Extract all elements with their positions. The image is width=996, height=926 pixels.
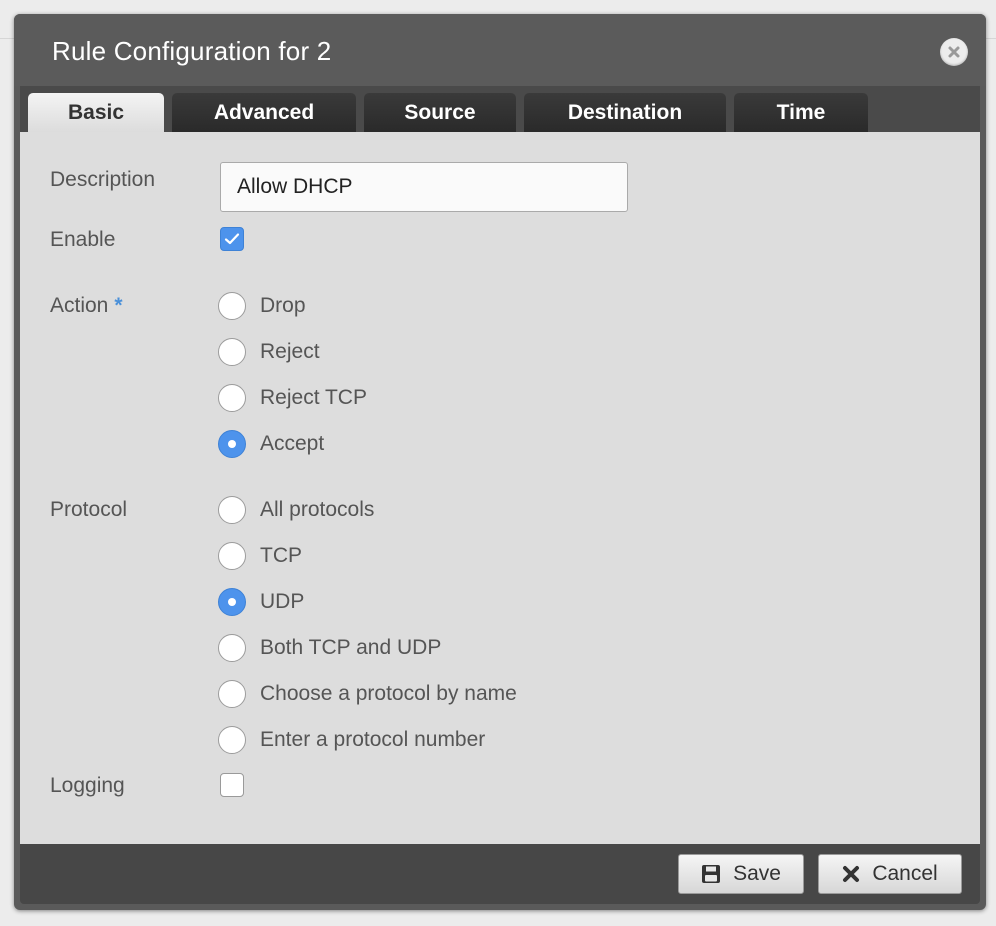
- protocol-radio-tcp[interactable]: [218, 542, 246, 570]
- floppy-disk-icon: [702, 865, 721, 883]
- description-input[interactable]: [220, 162, 628, 212]
- protocol-radio-by-name[interactable]: [218, 680, 246, 708]
- x-icon: [843, 866, 860, 882]
- tab-basic[interactable]: Basic: [28, 93, 164, 132]
- save-label: Save: [733, 862, 781, 885]
- protocol-option-label: Choose a protocol by name: [260, 682, 517, 705]
- protocol-option-tcp[interactable]: TCP: [218, 542, 302, 570]
- logging-label: Logging: [50, 774, 125, 797]
- protocol-option-by-name[interactable]: Choose a protocol by name: [218, 680, 517, 708]
- tab-advanced[interactable]: Advanced: [172, 93, 356, 132]
- action-option-reject[interactable]: Reject: [218, 338, 320, 366]
- close-button[interactable]: [940, 38, 968, 66]
- logging-checkbox[interactable]: [220, 773, 244, 797]
- action-option-label: Accept: [260, 432, 325, 455]
- dialog-title: Rule Configuration for 2: [52, 36, 332, 66]
- protocol-radio-all[interactable]: [218, 496, 246, 524]
- action-radio-reject[interactable]: [218, 338, 246, 366]
- required-asterisk: *: [114, 294, 123, 317]
- action-radio-drop[interactable]: [218, 292, 246, 320]
- tab-time[interactable]: Time: [734, 93, 868, 132]
- protocol-label: Protocol: [50, 498, 128, 521]
- action-label-text: Action: [50, 294, 109, 317]
- enable-checkbox[interactable]: [220, 227, 244, 251]
- protocol-option-label: TCP: [260, 544, 302, 567]
- protocol-option-label: Enter a protocol number: [260, 728, 486, 751]
- cancel-label: Cancel: [872, 862, 938, 885]
- dialog-titlebar: Rule Configuration for 2: [14, 14, 986, 86]
- protocol-option-label: All protocols: [260, 498, 375, 521]
- protocol-option-label: UDP: [260, 590, 305, 613]
- cancel-button[interactable]: Cancel: [818, 854, 962, 894]
- dialog-footer: Save Cancel: [20, 844, 980, 904]
- protocol-radio-by-number[interactable]: [218, 726, 246, 754]
- tab-source[interactable]: Source: [364, 93, 516, 132]
- basic-tab-panel: Description Enable Action* Drop Reject R…: [20, 132, 980, 844]
- action-option-accept[interactable]: Accept: [218, 430, 324, 458]
- description-label: Description: [50, 168, 156, 191]
- action-label: Action *: [50, 294, 123, 318]
- action-radio-reject-tcp[interactable]: [218, 384, 246, 412]
- enable-label: Enable: [50, 228, 116, 251]
- save-button[interactable]: Save: [678, 854, 804, 894]
- action-option-reject-tcp[interactable]: Reject TCP: [218, 384, 367, 412]
- protocol-option-udp[interactable]: UDP: [218, 588, 304, 616]
- checkmark-icon: [224, 233, 240, 245]
- protocol-radio-both[interactable]: [218, 634, 246, 662]
- action-option-drop[interactable]: Drop: [218, 292, 306, 320]
- action-option-label: Reject: [260, 340, 320, 363]
- protocol-option-all[interactable]: All protocols: [218, 496, 374, 524]
- tab-destination[interactable]: Destination: [524, 93, 726, 132]
- protocol-option-label: Both TCP and UDP: [260, 636, 442, 659]
- rule-configuration-dialog: Rule Configuration for 2 Basic Advanced …: [14, 14, 986, 910]
- protocol-radio-udp[interactable]: [218, 588, 246, 616]
- action-option-label: Reject TCP: [260, 386, 367, 409]
- action-option-label: Drop: [260, 294, 306, 317]
- action-radio-accept[interactable]: [218, 430, 246, 458]
- tab-bar: Basic Advanced Source Destination Time: [20, 86, 980, 132]
- protocol-option-by-number[interactable]: Enter a protocol number: [218, 726, 485, 754]
- close-icon: [948, 46, 960, 58]
- protocol-option-both[interactable]: Both TCP and UDP: [218, 634, 441, 662]
